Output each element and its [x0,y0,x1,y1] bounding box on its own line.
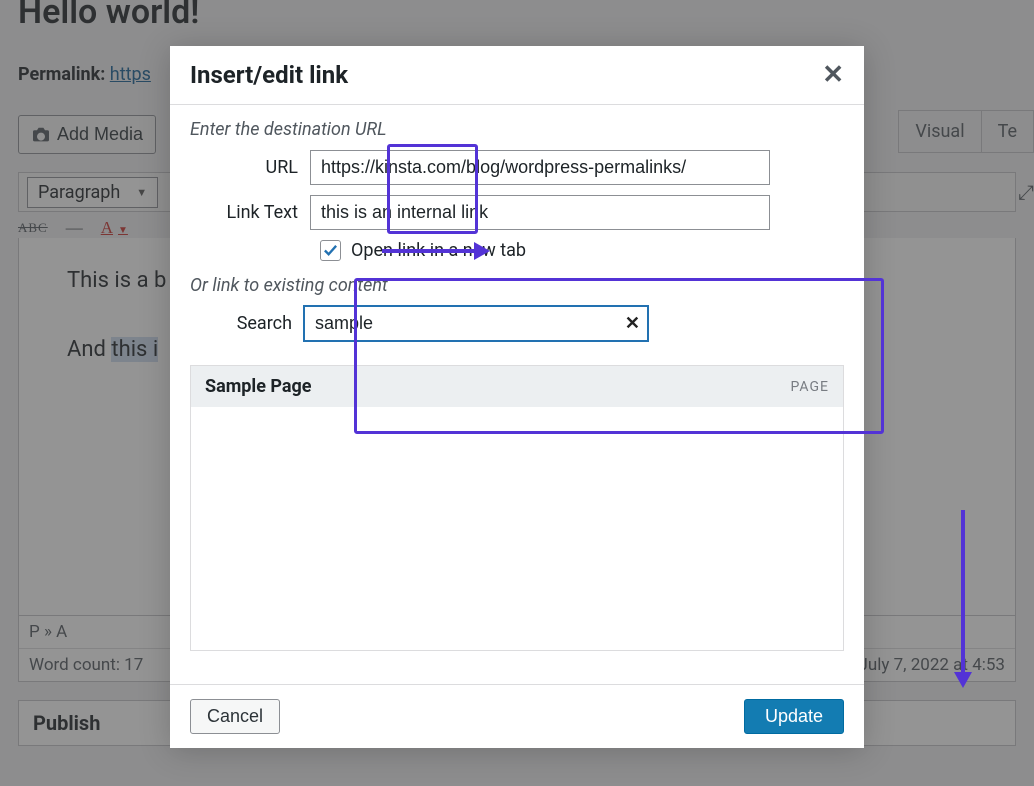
close-icon[interactable]: ✕ [822,60,844,90]
hint-existing: Or link to existing content [190,275,844,296]
search-result-row[interactable]: Sample Page PAGE [191,366,843,407]
open-new-tab-label: Open link in a new tab [351,240,526,261]
linktext-label: Link Text [190,202,310,223]
open-new-tab-checkbox[interactable] [320,240,341,261]
result-type: PAGE [791,379,829,395]
cancel-button[interactable]: Cancel [190,699,280,734]
result-title: Sample Page [205,376,312,397]
search-label: Search [190,313,304,334]
insert-link-modal: Insert/edit link ✕ Enter the destination… [170,46,864,748]
url-label: URL [190,157,310,178]
search-input[interactable] [304,306,648,341]
update-button[interactable]: Update [744,699,844,734]
check-icon [323,243,338,258]
hint-destination: Enter the destination URL [190,119,844,140]
modal-title: Insert/edit link [190,61,348,89]
url-input[interactable] [310,150,770,185]
search-results: Sample Page PAGE [190,365,844,651]
clear-icon[interactable]: ✕ [625,313,640,334]
linktext-input[interactable] [310,195,770,230]
